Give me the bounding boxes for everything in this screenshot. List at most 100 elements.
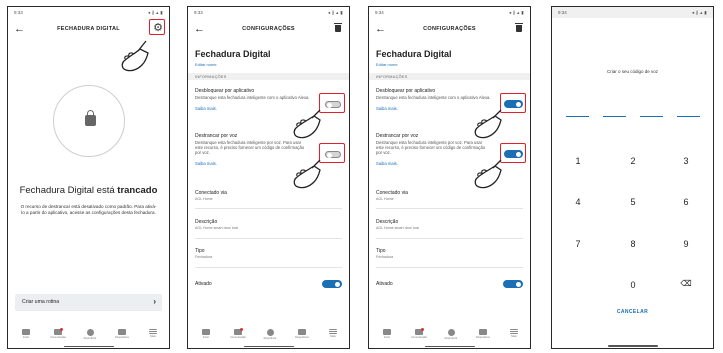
nav-item-more[interactable]: Mais [141,329,165,338]
status-time: 9:33 [14,10,23,15]
keypad-key-4[interactable]: 4 [568,197,588,207]
pointing-hand-icon [293,159,321,189]
keypad-key-9[interactable]: 9 [676,239,696,249]
keypad-key-8[interactable]: 8 [623,239,643,249]
pointing-hand-icon [474,109,502,139]
nav-item-devices[interactable]: Dispositivos [110,329,134,339]
page-title: CONFIGURAÇÕES [242,26,295,32]
keypad-key-0[interactable]: 0 [623,280,643,290]
unlock-app-title: Desbloquear por aplicativo [376,88,436,94]
status-icons: ◂ ∦ ▴ ▮ [508,10,524,15]
devices-icon [298,329,306,335]
description-title: Descrição [376,219,399,225]
divider [195,208,342,209]
nav-item-home[interactable]: Início [194,329,218,339]
divider [376,267,523,268]
connected-via-title: Conectado via [376,190,408,196]
status-time: 9:34 [375,10,384,15]
home-indicator [608,345,658,347]
status-time: 9:33 [194,10,203,15]
divider [195,267,342,268]
description-title: Descrição [195,219,218,225]
pointing-hand-icon [121,40,149,72]
description-value: AGL Home smart door lock [376,226,420,230]
code-digit-slot [640,116,663,118]
connected-via-title: Conectado via [195,190,227,196]
cancel-button[interactable]: CANCELAR [552,309,713,315]
enabled-toggle[interactable] [322,280,342,288]
enabled-toggle[interactable] [503,280,523,288]
nav-item-home[interactable]: Início [14,329,38,339]
section-header: INFORMAÇÕES [369,73,530,80]
trash-icon[interactable] [515,23,523,32]
create-routine-button[interactable]: Criar uma rotina › [15,294,162,311]
nav-item-home[interactable]: Início [375,329,399,339]
devices-icon [118,329,126,335]
status-icons: ◂ ∦ ▴ ▮ [327,10,343,15]
keypad-key-2[interactable]: 2 [623,156,643,166]
app-bar: ← CONFIGURAÇÕES [188,21,349,39]
connected-via-value: AGL Home [376,197,394,201]
backspace-icon[interactable]: ⌫ [676,279,696,288]
divider [195,238,342,239]
bottom-nav: Início Comunicação Reproduzir Dispositiv… [188,327,349,348]
nav-item-more[interactable]: Mais [321,329,345,338]
page-title: CONFIGURAÇÕES [423,26,476,32]
device-name: Fechadura Digital [195,49,271,59]
divider [376,208,523,209]
nav-item-communication[interactable]: Comunicação [46,328,70,339]
chat-icon [415,328,424,335]
trash-icon[interactable] [334,23,342,32]
pointing-hand-icon [474,159,502,189]
lock-description: O recurso de destrancar está desativado … [20,204,157,215]
lock-status-prefix: Fechadura Digital está [19,185,115,196]
lock-status-text: Fechadura Digital está trancado [8,185,169,196]
description-value: AGL Home smart door lock [195,226,239,230]
connected-via-value: AGL Home [195,197,213,201]
menu-icon [149,329,157,334]
type-title: Tipo [376,248,386,254]
phone-screen-lock-status: 9:33 ◂ ∦ ▴ ▮ ← FECHADURA DIGITAL ⚙ Fecha… [7,6,170,349]
home-indicator [64,345,114,347]
keypad-key-3[interactable]: 3 [676,156,696,166]
chat-icon [54,328,63,335]
devices-icon [479,329,487,335]
nav-item-communication[interactable]: Comunicação [226,328,250,339]
bottom-nav: Início Comunicação Reproduzir Dispositiv… [369,327,530,348]
type-value: Fechadura [195,255,213,259]
play-icon [266,329,274,336]
keypad-key-6[interactable]: 6 [676,197,696,207]
nav-item-play[interactable]: Reproduzir [439,329,463,340]
keypad-key-5[interactable]: 5 [623,197,643,207]
unlock-voice-title: Destrancar por voz [195,133,238,139]
status-time: 9:34 [558,10,567,15]
toggle-knob [516,281,521,287]
bottom-nav: Início Comunicação Reproduzir Dispositiv… [8,327,169,348]
unlock-app-title: Desbloquear por aplicativo [195,88,255,94]
unlock-app-learn-more-link[interactable]: Saiba mais. [376,106,398,111]
unlock-app-learn-more-link[interactable]: Saiba mais. [195,106,217,111]
phone-screen-settings-off: 9:33 ◂ ∦ ▴ ▮ ← CONFIGURAÇÕES Fechadura D… [187,6,350,349]
keypad-key-7[interactable]: 7 [568,239,588,249]
nav-item-devices[interactable]: Dispositivos [290,329,314,339]
chat-icon [234,328,243,335]
unlock-voice-desc: Destranque esta fechadura inteligente po… [376,140,486,155]
nav-item-play[interactable]: Reproduzir [78,329,102,340]
edit-name-link[interactable]: Editar nome [195,62,217,67]
type-value: Fechadura [376,255,394,259]
nav-item-more[interactable]: Mais [502,329,526,338]
unlock-voice-learn-more-link[interactable]: Saiba mais. [195,161,217,166]
home-icon [383,329,391,335]
edit-name-link[interactable]: Editar nome [376,62,398,67]
voice-code-prompt: Criar o seu código de voz [606,69,659,74]
unlock-voice-learn-more-link[interactable]: Saiba mais. [376,161,398,166]
status-bar: 9:33 ◂ ∦ ▴ ▮ [188,7,349,18]
nav-item-play[interactable]: Reproduzir [258,329,282,340]
keypad-key-1[interactable]: 1 [568,156,588,166]
status-bar: 9:34 ◂ ∦ ▴ ▮ [369,7,530,18]
nav-item-communication[interactable]: Comunicação [407,328,431,339]
status-icons: ◂ ∦ ▴ ▮ [691,10,707,15]
menu-icon [329,329,337,334]
nav-item-devices[interactable]: Dispositivos [471,329,495,339]
phone-screen-voice-code: 9:34 ◂ ∦ ▴ ▮ Criar o seu código de voz 1… [551,6,714,349]
